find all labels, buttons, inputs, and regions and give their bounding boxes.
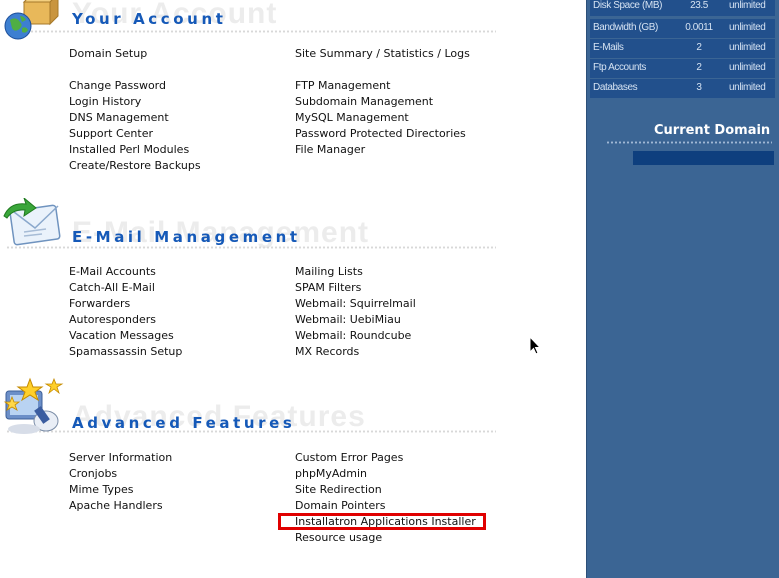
link-phpmyadmin[interactable]: phpMyAdmin	[295, 467, 367, 480]
mouse-cursor-icon	[529, 336, 541, 355]
stat-label: Bandwidth (GB)	[593, 22, 658, 33]
stat-row-ftp-accounts: Ftp Accounts 2 unlimited	[590, 59, 775, 78]
link-server-information[interactable]: Server Information	[69, 451, 172, 464]
link-mysql-management[interactable]: MySQL Management	[295, 111, 409, 124]
link-spamassassin-setup[interactable]: Spamassassin Setup	[69, 345, 182, 358]
link-mailing-lists[interactable]: Mailing Lists	[295, 265, 363, 278]
link-custom-error-pages[interactable]: Custom Error Pages	[295, 451, 403, 464]
link-webmail-roundcube[interactable]: Webmail: Roundcube	[295, 329, 411, 342]
stat-limit: unlimited	[729, 22, 766, 33]
link-dns-management[interactable]: DNS Management	[69, 111, 169, 124]
link-site-redirection[interactable]: Site Redirection	[295, 483, 382, 496]
section-title: Advanced Features	[72, 414, 296, 432]
link-installed-perl-modules[interactable]: Installed Perl Modules	[69, 143, 189, 156]
stat-limit: unlimited	[729, 42, 766, 53]
envelope-arrow-icon	[3, 198, 61, 246]
link-apache-handlers[interactable]: Apache Handlers	[69, 499, 163, 512]
section-title: E-Mail Management	[72, 228, 301, 246]
stat-label: Disk Space (MB)	[593, 0, 663, 11]
stat-limit: unlimited	[729, 82, 766, 93]
current-domain-heading: Current Domain	[654, 123, 771, 138]
link-spam-filters[interactable]: SPAM Filters	[295, 281, 361, 294]
section-header: Your Account Your Account	[0, 0, 560, 48]
stat-row-disk-space: Disk Space (MB) 23.5 unlimited	[590, 0, 775, 16]
link-mx-records[interactable]: MX Records	[295, 345, 359, 358]
link-site-summary[interactable]: Site Summary / Statistics / Logs	[295, 47, 470, 60]
star-tools-icon	[3, 377, 64, 434]
current-domain-bar[interactable]	[633, 151, 774, 165]
link-webmail-squirrelmail[interactable]: Webmail: Squirrelmail	[295, 297, 416, 310]
section-header: Advanced Features Advanced Features	[0, 377, 560, 434]
stat-used: 3	[696, 82, 702, 93]
link-file-manager[interactable]: File Manager	[295, 143, 365, 156]
stat-used: 2	[696, 42, 702, 53]
stat-used: 2	[696, 62, 702, 73]
main-panel: Your Account Your Account E-Mail Managem…	[0, 0, 586, 578]
stat-label: E-Mails	[593, 42, 624, 53]
link-mime-types[interactable]: Mime Types	[69, 483, 134, 496]
stat-row-databases: Databases 3 unlimited	[590, 79, 775, 98]
link-email-accounts[interactable]: E-Mail Accounts	[69, 265, 156, 278]
dotted-divider	[6, 246, 496, 249]
highlight-box	[278, 513, 486, 530]
section-header: E-Mail Management E-Mail Management	[0, 198, 560, 249]
stat-used: 0.0011	[685, 22, 713, 33]
link-forwarders[interactable]: Forwarders	[69, 297, 130, 310]
link-vacation-messages[interactable]: Vacation Messages	[69, 329, 174, 342]
stat-label: Ftp Accounts	[593, 62, 647, 73]
section-title: Your Account	[72, 10, 227, 28]
link-webmail-uebimiau[interactable]: Webmail: UebiMiau	[295, 313, 401, 326]
link-create-restore-backups[interactable]: Create/Restore Backups	[69, 159, 201, 172]
stat-limit: unlimited	[729, 0, 766, 11]
dotted-divider	[6, 30, 496, 33]
stat-row-emails: E-Mails 2 unlimited	[590, 39, 775, 58]
stat-used: 23.5	[690, 0, 708, 11]
link-resource-usage[interactable]: Resource usage	[295, 531, 382, 544]
link-login-history[interactable]: Login History	[69, 95, 141, 108]
link-support-center[interactable]: Support Center	[69, 127, 153, 140]
link-cronjobs[interactable]: Cronjobs	[69, 467, 117, 480]
link-change-password[interactable]: Change Password	[69, 79, 166, 92]
link-domain-pointers[interactable]: Domain Pointers	[295, 499, 386, 512]
dotted-divider	[606, 141, 772, 144]
stat-label: Databases	[593, 82, 638, 93]
link-domain-setup[interactable]: Domain Setup	[69, 47, 147, 60]
stat-row-bandwidth: Bandwidth (GB) 0.0011 unlimited	[590, 19, 775, 38]
link-catch-all-email[interactable]: Catch-All E-Mail	[69, 281, 155, 294]
link-subdomain-management[interactable]: Subdomain Management	[295, 95, 433, 108]
link-password-protected-directories[interactable]: Password Protected Directories	[295, 127, 466, 140]
link-autoresponders[interactable]: Autoresponders	[69, 313, 156, 326]
globe-box-icon	[4, 0, 59, 40]
stat-limit: unlimited	[729, 62, 766, 73]
link-ftp-management[interactable]: FTP Management	[295, 79, 390, 92]
